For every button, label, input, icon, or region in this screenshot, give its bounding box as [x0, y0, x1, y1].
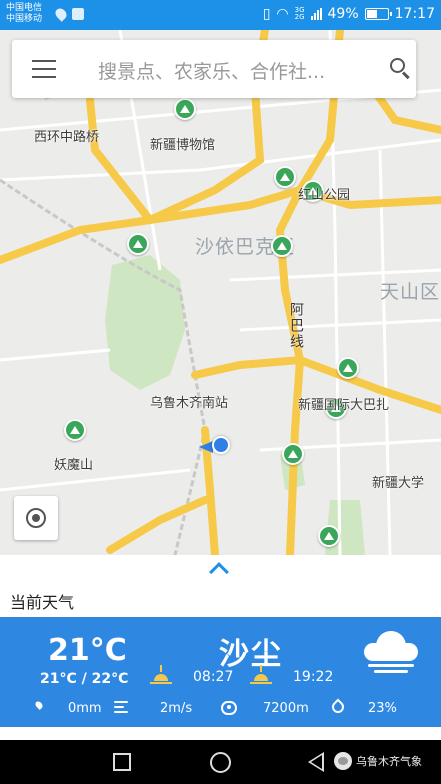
search-icon[interactable] [390, 58, 410, 80]
location-icon [53, 6, 69, 22]
sunset-time: 19:22 [293, 669, 334, 685]
weather-condition: 沙尘 [219, 637, 283, 672]
panel-title: 当前天气 [10, 593, 75, 612]
search-bar[interactable]: 搜景点、农家乐、合作社... [12, 40, 416, 98]
notification-icon [72, 8, 84, 20]
poi-pin[interactable] [282, 443, 304, 465]
locate-button[interactable] [14, 496, 58, 540]
carrier-2: 中国移动 [6, 14, 43, 24]
poi-pin[interactable] [271, 235, 293, 257]
map-view[interactable]: 沙依巴克区 天山区 阿巴线 西环中路桥 新疆博物馆 红山公园 乌鲁木齐南站 新疆… [0, 30, 441, 555]
wind-value: 2m/s [160, 701, 193, 716]
watermark-text: 乌鲁木齐气象 [356, 755, 422, 768]
menu-icon[interactable] [32, 60, 56, 78]
wechat-icon [334, 752, 352, 770]
poi-label[interactable]: 妖魔山 [54, 454, 93, 473]
poi-label[interactable]: 新疆大学 [372, 472, 424, 491]
poi-pin-bazaar[interactable] [337, 357, 359, 379]
panel-footer [0, 727, 441, 740]
carrier-info: 中国电信 中国移动 [6, 3, 42, 25]
poi-label[interactable]: 乌鲁木齐南站 [150, 392, 228, 411]
poi-label[interactable]: 红山公园 [298, 184, 350, 203]
road-label: 阿巴线 [288, 302, 304, 350]
signal-icon [310, 8, 322, 20]
system-nav-bar: 乌鲁木齐气象 [0, 740, 441, 784]
battery-icon [364, 8, 392, 20]
dust-cloud-icon [364, 631, 418, 673]
sunrise-icon [150, 665, 172, 687]
poi-label[interactable]: 西环中路桥 [34, 126, 99, 145]
district-label: 天山区 [380, 281, 441, 303]
weather-panel-header[interactable]: 当前天气 [0, 555, 441, 617]
humidity-value: 23% [368, 701, 397, 716]
battery-percent: 49% [327, 6, 359, 22]
chevron-up-icon[interactable] [209, 562, 229, 582]
sunset-icon [250, 665, 272, 687]
heading-arrow-icon [199, 441, 213, 453]
precipitation-icon [34, 700, 44, 710]
temperature-range: 21°C / 22°C [40, 671, 129, 687]
park-area [105, 255, 185, 390]
poi-pin-museum[interactable] [174, 98, 196, 120]
poi-pin[interactable] [127, 233, 149, 255]
sunrise-time: 08:27 [193, 669, 234, 685]
weather-stats: 0mm 2m/s 7200m 23% [0, 697, 441, 719]
poi-pin[interactable] [318, 525, 340, 547]
back-button[interactable] [308, 752, 324, 772]
wifi-icon: ◠ [276, 6, 289, 22]
visibility-value: 7200m [263, 701, 309, 716]
home-button[interactable] [210, 752, 231, 773]
poi-pin-hongshan[interactable] [274, 166, 296, 188]
wind-icon [114, 701, 130, 715]
precipitation-value: 0mm [68, 701, 102, 716]
search-input[interactable]: 搜景点、农家乐、合作社... [98, 57, 325, 84]
status-bar: 中国电信 中国移动 ▯ ◠ 3G 2G 49% 17:17 [0, 0, 441, 30]
clock: 17:17 [394, 6, 435, 22]
humidity-icon [329, 698, 347, 716]
visibility-icon [221, 701, 237, 715]
current-temperature: 21°C [48, 633, 127, 668]
current-location-marker [212, 436, 230, 454]
weather-card: 21°C 21°C / 22°C 沙尘 08:27 19:22 0mm 2m/s… [0, 617, 441, 727]
carrier-1: 中国电信 [6, 3, 43, 13]
poi-pin-yaomoshan[interactable] [64, 419, 86, 441]
locate-icon [26, 508, 46, 528]
vibrate-icon: ▯ [262, 6, 271, 22]
recent-apps-button[interactable] [113, 753, 131, 771]
network-type: 3G 2G [294, 6, 305, 21]
poi-label[interactable]: 新疆国际大巴扎 [298, 394, 389, 413]
watermark: 乌鲁木齐气象 [334, 752, 422, 770]
poi-label[interactable]: 新疆博物馆 [150, 134, 215, 153]
